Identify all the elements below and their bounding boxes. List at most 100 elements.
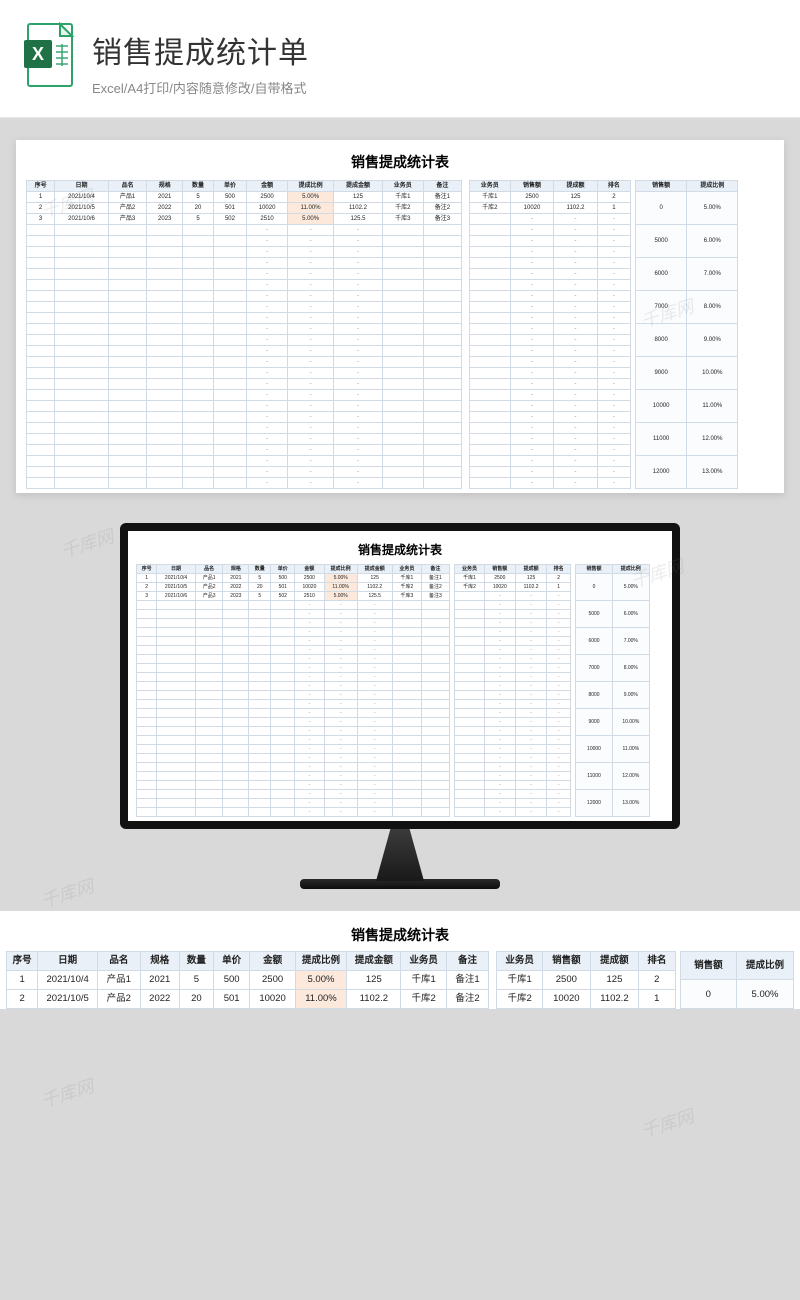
table-row: ------ xyxy=(27,335,631,346)
cell: - xyxy=(295,628,324,637)
cell: - xyxy=(334,280,383,291)
cell: - xyxy=(554,258,598,269)
cell: 备注1 xyxy=(446,971,488,990)
cell: 1 xyxy=(638,990,675,1009)
cell xyxy=(147,236,183,247)
cell xyxy=(392,691,421,700)
cell: - xyxy=(247,247,288,258)
cell xyxy=(213,269,246,280)
cell xyxy=(382,467,423,478)
cell: - xyxy=(295,664,324,673)
cell xyxy=(392,727,421,736)
cell: 11000 xyxy=(636,423,687,456)
commission-rate-table: 销售额提成比例05.00%50006.00%60007.00%70008.00%… xyxy=(635,180,738,489)
cell xyxy=(455,700,484,709)
cell: - xyxy=(357,727,392,736)
col-header: 备注 xyxy=(423,181,461,192)
cell: - xyxy=(288,434,334,445)
cell xyxy=(147,478,183,489)
cell: - xyxy=(597,368,630,379)
cell xyxy=(382,368,423,379)
cell xyxy=(55,368,109,379)
cell: - xyxy=(484,700,515,709)
table-row: ------ xyxy=(137,700,571,709)
cell: - xyxy=(554,368,598,379)
col-header: 数量 xyxy=(249,565,271,574)
cell: 2021/10/5 xyxy=(38,990,98,1009)
cell: - xyxy=(295,781,324,790)
cell: - xyxy=(554,456,598,467)
cell xyxy=(469,324,510,335)
title-banner: X 销售提成统计单 Excel/A4打印/内容随意修改/自带格式 xyxy=(0,0,800,118)
cell xyxy=(271,772,295,781)
cell xyxy=(223,709,249,718)
cell xyxy=(392,664,421,673)
table-row: 50006.00% xyxy=(576,601,650,628)
cell: - xyxy=(597,214,630,225)
cell: - xyxy=(597,280,630,291)
cell: - xyxy=(334,412,383,423)
cell xyxy=(108,434,146,445)
cell xyxy=(223,637,249,646)
cell: - xyxy=(324,727,357,736)
cell xyxy=(249,718,271,727)
cell xyxy=(195,799,223,808)
cell xyxy=(55,236,109,247)
cell: - xyxy=(334,390,383,401)
cell: 10000 xyxy=(576,736,613,763)
cell xyxy=(137,745,157,754)
cell xyxy=(422,718,450,727)
cell xyxy=(469,313,510,324)
cell: - xyxy=(324,736,357,745)
cell xyxy=(108,269,146,280)
cell xyxy=(423,225,461,236)
cell xyxy=(249,691,271,700)
cell: - xyxy=(324,772,357,781)
cell xyxy=(195,655,223,664)
cell xyxy=(249,727,271,736)
table-row: ------ xyxy=(27,280,631,291)
cell xyxy=(469,247,510,258)
col-header: 品名 xyxy=(195,565,223,574)
cell: - xyxy=(597,291,630,302)
cell: - xyxy=(510,357,554,368)
cell: - xyxy=(288,467,334,478)
col-header: 品名 xyxy=(108,181,146,192)
col-header: 提成金额 xyxy=(357,565,392,574)
cell xyxy=(392,700,421,709)
table-row: ------ xyxy=(27,467,631,478)
cell: - xyxy=(357,646,392,655)
cell xyxy=(422,763,450,772)
col-header: 单价 xyxy=(271,565,295,574)
cell: - xyxy=(510,335,554,346)
cell xyxy=(223,673,249,682)
cell xyxy=(55,313,109,324)
cell xyxy=(108,467,146,478)
cell xyxy=(382,379,423,390)
cell xyxy=(223,790,249,799)
cell: - xyxy=(510,291,554,302)
table-row: 12021/10/4产品12021550025005.00%125千库1备注1千… xyxy=(137,574,571,583)
cell: - xyxy=(288,445,334,456)
cell xyxy=(382,434,423,445)
cell: 125 xyxy=(554,192,598,203)
cell: - xyxy=(547,682,571,691)
preview-strip-bottom: 销售提成统计表 序号日期品名规格数量单价金额提成比例提成金额业务员备注业务员销售… xyxy=(0,911,800,1009)
cell: 备注3 xyxy=(423,214,461,225)
table-row: ------ xyxy=(27,302,631,313)
cell xyxy=(271,736,295,745)
cell xyxy=(147,467,183,478)
cell: - xyxy=(597,335,630,346)
cell: - xyxy=(515,709,546,718)
cell xyxy=(27,280,55,291)
col-header: 金额 xyxy=(250,952,295,971)
cell xyxy=(108,368,146,379)
cell xyxy=(157,673,196,682)
cell: 2021/10/4 xyxy=(55,192,109,203)
cell: - xyxy=(247,478,288,489)
cell: - xyxy=(357,655,392,664)
cell: - xyxy=(554,357,598,368)
cell xyxy=(455,808,484,817)
table-row: 32021/10/6产品32023550225105.00%125.5千库3备注… xyxy=(137,592,571,601)
cell xyxy=(183,269,214,280)
